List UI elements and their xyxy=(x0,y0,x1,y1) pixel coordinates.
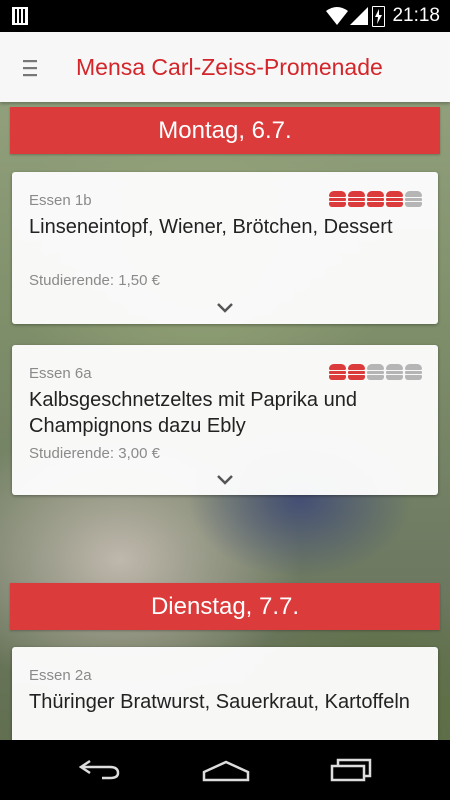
back-icon[interactable] xyxy=(78,758,122,780)
rating xyxy=(329,364,422,380)
meal-label: Essen 2a xyxy=(29,667,92,684)
chevron-down-icon[interactable] xyxy=(217,475,233,485)
meal-card[interactable]: Essen 6a Kalbsgeschnetzeltes mit Paprika… xyxy=(12,345,438,495)
burger-icon xyxy=(367,191,384,207)
burger-icon xyxy=(405,191,422,207)
meal-dish: Kalbsgeschnetzeltes mit Paprika und Cham… xyxy=(29,389,357,437)
meal-price: Studierende: 1,50 € xyxy=(29,272,160,289)
meal-label: Essen 6a xyxy=(29,365,92,382)
burger-icon xyxy=(405,364,422,380)
rating xyxy=(329,191,422,207)
burger-icon xyxy=(329,364,346,380)
page-title: Mensa Carl-Zeiss-Promenade xyxy=(76,54,383,80)
meal-price: Studierende: 3,00 € xyxy=(29,445,160,462)
menu-list[interactable]: Montag, 6.7. Essen 1b Linseneintopf, Wie… xyxy=(0,102,450,740)
recents-icon[interactable] xyxy=(330,758,372,782)
burger-icon xyxy=(367,364,384,380)
burger-icon xyxy=(386,364,403,380)
meal-label: Essen 1b xyxy=(29,192,92,209)
burger-icon xyxy=(348,191,365,207)
app-bar: Mensa Carl-Zeiss-Promenade xyxy=(0,32,450,102)
status-bar: 21:18 xyxy=(0,0,450,32)
battery-icon xyxy=(372,6,385,27)
sim-card-icon xyxy=(12,7,28,25)
burger-icon xyxy=(348,364,365,380)
hamburger-menu-icon[interactable] xyxy=(23,59,37,77)
home-icon[interactable] xyxy=(202,760,250,782)
navigation-bar xyxy=(0,740,450,800)
day-header-tuesday: Dienstag, 7.7. xyxy=(10,583,440,630)
signal-icon xyxy=(350,7,368,25)
chevron-down-icon[interactable] xyxy=(217,303,233,313)
status-time: 21:18 xyxy=(392,5,440,26)
wifi-icon xyxy=(326,7,348,25)
burger-icon xyxy=(329,191,346,207)
meal-card[interactable]: Essen 1b Linseneintopf, Wiener, Brötchen… xyxy=(12,172,438,324)
day-header-monday: Montag, 6.7. xyxy=(10,107,440,154)
meal-dish: Thüringer Bratwurst, Sauerkraut, Kartoff… xyxy=(29,691,410,713)
burger-icon xyxy=(386,191,403,207)
meal-dish: Linseneintopf, Wiener, Brötchen, Dessert xyxy=(29,216,393,238)
meal-card[interactable]: Essen 2a Thüringer Bratwurst, Sauerkraut… xyxy=(12,647,438,740)
